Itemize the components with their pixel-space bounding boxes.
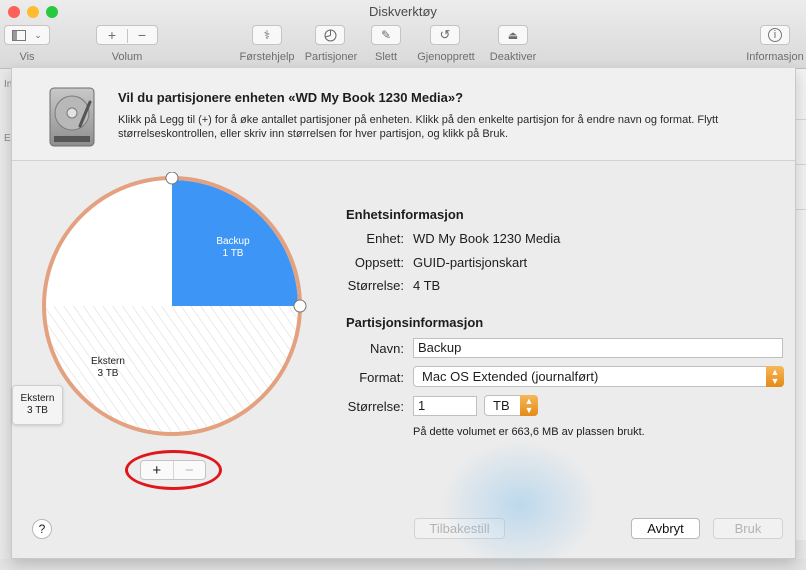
first-aid-button[interactable]: ⚕ xyxy=(252,25,282,45)
partition-pie[interactable]: Backup 1 TB Ekstern 3 TB xyxy=(38,171,308,442)
format-value: Mac OS Extended (journalført) xyxy=(422,369,599,384)
name-label: Navn: xyxy=(370,341,404,356)
help-button[interactable]: ? xyxy=(32,519,52,539)
partition-tooltip: Ekstern 3 TB xyxy=(12,385,63,425)
volume-add-remove: + − xyxy=(96,25,158,45)
eject-icon: ⏏ xyxy=(507,29,519,42)
sidebar-fragment: E xyxy=(4,133,11,144)
window-toolbar: Diskverktøy ⌄ Vis + − Volum ⚕ Førstehjel… xyxy=(0,0,806,69)
restore-icon: ↺ xyxy=(439,27,451,42)
tooltip-name: Ekstern xyxy=(20,393,55,404)
updown-arrows-icon: ▲ ▼ xyxy=(520,395,538,416)
slice-size: 1 TB xyxy=(222,248,244,259)
resize-handle[interactable] xyxy=(165,171,179,185)
scheme-value: GUID-partisjonskart xyxy=(413,255,528,270)
slice-name: Ekstern xyxy=(91,356,125,367)
info-icon: i xyxy=(768,28,782,42)
device-info-heading: Enhetsinformasjon xyxy=(346,207,464,222)
remove-volume-button[interactable]: − xyxy=(127,27,157,43)
chevron-down-icon: ⌄ xyxy=(34,29,42,40)
stethoscope-icon: ⚕ xyxy=(263,28,271,42)
slice-name: Backup xyxy=(216,236,250,247)
volume-label: Volum xyxy=(111,51,143,63)
apply-button[interactable]: Bruk xyxy=(713,518,783,539)
revert-button[interactable]: Tilbakestill xyxy=(414,518,505,539)
erase-icon: ✎ xyxy=(380,28,392,42)
info-button[interactable]: i xyxy=(760,25,790,45)
scheme-label: Oppsett: xyxy=(354,255,404,270)
format-popup[interactable]: Mac OS Extended (journalført) ▲ ▼ xyxy=(413,366,784,387)
size-label: Størrelse: xyxy=(347,399,404,414)
resize-handle[interactable] xyxy=(293,299,307,313)
size-unit-value: TB xyxy=(493,398,510,413)
sheet-title: Vil du partisjonere enheten «WD My Book … xyxy=(118,90,464,105)
sheet-description: Klikk på Legg til (+) for å øke antallet… xyxy=(118,114,719,140)
hard-disk-icon xyxy=(49,87,95,147)
pie-chart-icon xyxy=(324,29,336,41)
usage-note: På dette volumet er 663,6 MB av plassen … xyxy=(413,426,645,438)
tooltip-size: 3 TB xyxy=(27,405,48,416)
highlight-circle xyxy=(125,450,222,490)
partition-label: Partisjoner xyxy=(304,51,358,63)
cancel-button[interactable]: Avbryt xyxy=(631,518,700,539)
slice-size: 3 TB xyxy=(97,368,119,379)
format-label: Format: xyxy=(359,370,404,385)
device-label: Enhet: xyxy=(366,231,404,246)
partition-sheet: Vil du partisjonere enheten «WD My Book … xyxy=(11,68,796,559)
unmount-button[interactable]: ⏏ xyxy=(498,25,528,45)
slice-label-backup[interactable]: Backup 1 TB xyxy=(198,236,268,260)
view-label: Vis xyxy=(19,51,35,63)
updown-arrows-icon: ▲ ▼ xyxy=(766,366,784,387)
background-content xyxy=(796,69,806,559)
erase-label: Slett xyxy=(374,51,397,63)
restore-label: Gjenopprett xyxy=(417,51,475,63)
first-aid-label: Førstehjelp xyxy=(239,51,295,63)
window-title: Diskverktøy xyxy=(369,4,437,19)
partition-info-heading: Partisjonsinformasjon xyxy=(346,315,484,330)
partition-button[interactable] xyxy=(315,25,345,45)
restore-button[interactable]: ↺ xyxy=(430,25,460,45)
device-value: WD My Book 1230 Media xyxy=(413,231,561,246)
add-volume-button[interactable]: + xyxy=(97,27,127,43)
sheet-header: Vil du partisjonere enheten «WD My Book … xyxy=(12,68,795,161)
erase-button[interactable]: ✎ xyxy=(371,25,401,45)
partition-name-field[interactable]: Backup xyxy=(413,338,783,358)
sidebar-icon xyxy=(12,29,27,41)
device-size-value: 4 TB xyxy=(413,278,441,293)
slice-label-ekstern[interactable]: Ekstern 3 TB xyxy=(73,356,143,380)
view-menu-button[interactable]: ⌄ xyxy=(4,25,50,45)
info-label: Informasjon xyxy=(746,51,804,63)
unmount-label: Deaktiver xyxy=(489,51,537,63)
device-size-label: Størrelse: xyxy=(347,278,404,293)
partition-size-field[interactable]: 1 xyxy=(413,396,477,416)
size-unit-popup[interactable]: TB ▲ ▼ xyxy=(484,395,538,416)
